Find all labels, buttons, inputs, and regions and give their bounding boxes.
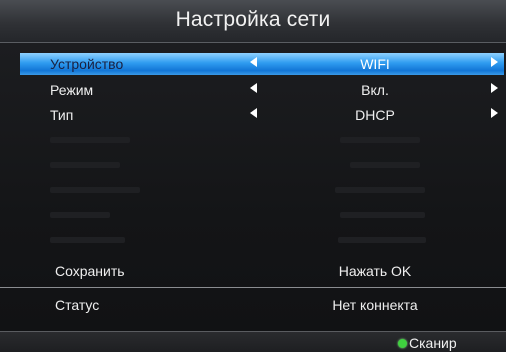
type-option-row[interactable]: Тип DHCP (20, 104, 504, 126)
disabled-row (20, 130, 504, 152)
disabled-value-bar (335, 187, 425, 193)
status-value: Нет коннекта (332, 297, 418, 313)
type-label: Тип (50, 107, 74, 123)
save-action-value[interactable]: Нажать OK (300, 263, 450, 279)
disabled-label-bar (50, 212, 110, 218)
scan-button-label[interactable]: Сканир (409, 335, 457, 351)
header-bar: Настройка сети (0, 0, 506, 43)
disabled-row (20, 155, 504, 177)
arrow-left-icon[interactable] (250, 83, 257, 93)
page-title: Настройка сети (175, 8, 331, 31)
disabled-value-bar (350, 162, 420, 168)
mode-label: Режим (50, 82, 94, 98)
arrow-right-icon[interactable] (491, 83, 498, 93)
save-label[interactable]: Сохранить (55, 263, 125, 279)
disabled-label-bar (50, 137, 130, 143)
mode-value: Вкл. (361, 82, 389, 98)
disabled-row (20, 180, 504, 202)
green-button-icon (398, 339, 407, 348)
arrow-right-icon[interactable] (491, 108, 498, 118)
network-settings-screen: Настройка сети Устройство WIFI Режим Вкл… (0, 0, 506, 352)
arrow-left-icon[interactable] (250, 57, 257, 67)
mode-option-row[interactable]: Режим Вкл. (20, 79, 504, 101)
device-option-row[interactable]: Устройство WIFI (20, 53, 504, 75)
disabled-label-bar (50, 187, 140, 193)
disabled-label-bar (50, 237, 125, 243)
arrow-right-icon[interactable] (491, 57, 498, 67)
arrow-left-icon[interactable] (250, 108, 257, 118)
disabled-value-bar (340, 212, 425, 218)
divider (0, 287, 506, 288)
disabled-value-bar (338, 237, 426, 243)
status-label: Статус (55, 297, 100, 313)
disabled-row (20, 205, 504, 227)
type-value: DHCP (355, 107, 395, 123)
device-label: Устройство (50, 56, 124, 72)
disabled-row (20, 230, 504, 252)
disabled-label-bar (50, 162, 120, 168)
device-value: WIFI (360, 56, 390, 72)
disabled-value-bar (340, 137, 420, 143)
